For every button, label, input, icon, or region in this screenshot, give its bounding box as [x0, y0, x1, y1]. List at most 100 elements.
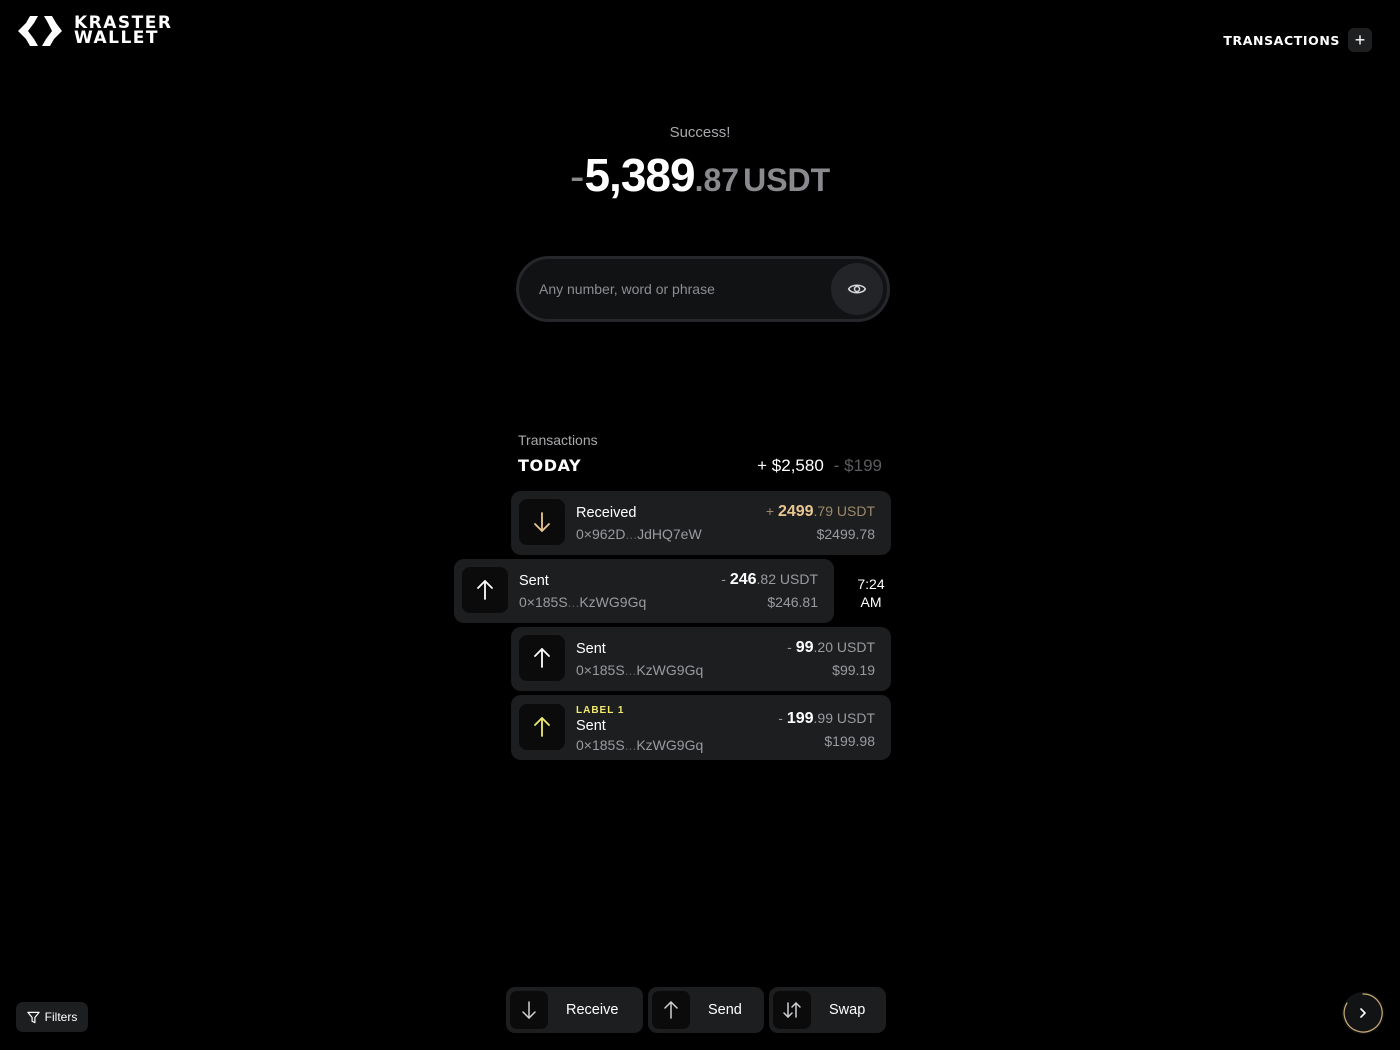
swap-button[interactable]: Swap — [769, 987, 886, 1033]
transaction-usd: $99.19 — [832, 662, 875, 678]
brand-name: KRASTER WALLET — [74, 15, 172, 48]
add-transaction-button[interactable]: + — [1348, 28, 1372, 52]
transaction-usd: $199.98 — [824, 733, 875, 749]
address-separator: ... — [625, 526, 638, 542]
send-button[interactable]: Send — [648, 987, 764, 1033]
total-amount: -5,389.87 USDT — [0, 148, 1400, 202]
time-value: 7:24 — [857, 576, 885, 592]
search-box — [516, 256, 890, 322]
amount-sign: - — [569, 152, 585, 201]
total-out: - $199 — [833, 456, 882, 475]
transaction-type: Received — [576, 505, 637, 521]
address-start: 0×185S — [519, 594, 568, 610]
transaction-amount: - 246.82 USDT — [721, 571, 818, 589]
status-text: Success! — [669, 124, 731, 141]
amount-currency: USDT — [776, 571, 818, 587]
swap-icon-box — [773, 991, 811, 1029]
transaction-usd: $2499.78 — [816, 526, 875, 542]
arrow-up-icon — [477, 580, 493, 600]
transaction-address: 0×185S...KzWG9Gq — [576, 737, 703, 753]
transaction-icon — [462, 567, 508, 613]
transaction-row-received[interactable]: Received 0×962D...JdHQ7eW + 2499.79 USDT… — [511, 491, 891, 555]
swap-icon — [783, 1002, 801, 1018]
address-start: 0×185S — [576, 737, 625, 753]
arrow-up-icon — [664, 1001, 678, 1019]
amount-currency: USDT — [833, 503, 875, 519]
address-separator: ... — [567, 594, 580, 610]
address-end: KzWG9Gq — [579, 594, 647, 610]
filters-label: Filters — [44, 1010, 78, 1024]
brand-logo[interactable]: KRASTER WALLET — [16, 14, 172, 48]
group-title-today: TODAY — [518, 456, 582, 475]
filter-icon — [26, 1011, 40, 1023]
address-start: 0×185S — [576, 662, 625, 678]
arrow-up-icon — [534, 648, 550, 668]
send-label: Send — [708, 1002, 742, 1018]
transaction-tag: LABEL 1 — [576, 705, 625, 716]
transaction-address: 0×185S...KzWG9Gq — [519, 594, 646, 610]
amount-decimal: .82 — [756, 571, 776, 587]
receive-label: Receive — [566, 1002, 619, 1018]
search-input[interactable] — [539, 281, 819, 297]
transactions-heading: Transactions — [518, 432, 598, 448]
transaction-amount: + 2499.79 USDT — [766, 503, 875, 521]
transaction-icon — [519, 704, 565, 750]
amount-decimal: .20 — [813, 639, 833, 655]
transaction-time: 7:24 AM — [846, 575, 896, 611]
amount-prefix: - — [721, 571, 730, 587]
transaction-type: Sent — [576, 641, 606, 657]
plus-icon: + — [1354, 30, 1366, 50]
next-button[interactable] — [1342, 992, 1384, 1034]
transaction-icon — [519, 499, 565, 545]
receive-icon-box — [510, 991, 548, 1029]
address-separator: ... — [624, 737, 637, 753]
address-separator: ... — [624, 662, 637, 678]
total-in: + $2,580 — [757, 456, 824, 475]
amount-currency: USDT — [833, 710, 875, 726]
transaction-usd: $246.81 — [767, 594, 818, 610]
transaction-row-sent-hovered[interactable]: Sent 0×185S...KzWG9Gq - 246.82 USDT $246… — [454, 559, 834, 623]
transaction-type: Sent — [576, 718, 606, 734]
transaction-address: 0×185S...KzWG9Gq — [576, 662, 703, 678]
time-period: AM — [860, 594, 882, 610]
address-end: KzWG9Gq — [636, 737, 704, 753]
transactions-link[interactable]: TRANSACTIONS — [1223, 33, 1340, 48]
transaction-icon — [519, 635, 565, 681]
transaction-address: 0×962D...JdHQ7eW — [576, 526, 702, 542]
eye-icon — [847, 284, 867, 294]
amount-integer: 199 — [786, 710, 814, 727]
amount-currency: USDT — [833, 639, 875, 655]
amount-prefix: - — [778, 710, 787, 726]
amount-decimal: .87 — [694, 162, 740, 198]
receive-button[interactable]: Receive — [506, 987, 643, 1033]
amount-integer: 2499 — [777, 503, 814, 520]
amount-integer: 246 — [729, 571, 757, 588]
transaction-type: Sent — [519, 573, 549, 589]
amount-integer: 5,389 — [584, 149, 695, 201]
transaction-amount: - 99.20 USDT — [787, 639, 875, 657]
amount-decimal: .99 — [813, 710, 833, 726]
progress-ring — [1343, 993, 1383, 1033]
amount-decimal: .79 — [813, 503, 833, 519]
arrow-down-icon — [534, 512, 550, 532]
transaction-row-sent[interactable]: Sent 0×185S...KzWG9Gq - 99.20 USDT $99.1… — [511, 627, 891, 691]
transaction-row-sent-labeled[interactable]: LABEL 1 Sent 0×185S...KzWG9Gq - 199.99 U… — [511, 695, 891, 760]
group-totals: + $2,580 - $199 — [757, 456, 882, 476]
visibility-toggle-button[interactable] — [831, 263, 883, 315]
amount-prefix: - — [787, 639, 796, 655]
address-start: 0×962D — [576, 526, 626, 542]
amount-integer: 99 — [795, 639, 814, 656]
kraster-logo-icon — [18, 16, 62, 46]
send-icon-box — [652, 991, 690, 1029]
transactions-header: TRANSACTIONS + — [1223, 28, 1372, 52]
brand-line-2: WALLET — [74, 28, 160, 48]
arrow-down-icon — [522, 1001, 536, 1019]
transaction-amount: - 199.99 USDT — [778, 710, 875, 728]
address-end: JdHQ7eW — [637, 526, 702, 542]
arrow-up-icon — [534, 717, 550, 737]
swap-label: Swap — [829, 1002, 866, 1018]
amount-prefix: + — [765, 503, 778, 519]
amount-currency: USDT — [743, 162, 831, 198]
address-end: KzWG9Gq — [636, 662, 704, 678]
filters-button[interactable]: Filters — [16, 1002, 88, 1032]
